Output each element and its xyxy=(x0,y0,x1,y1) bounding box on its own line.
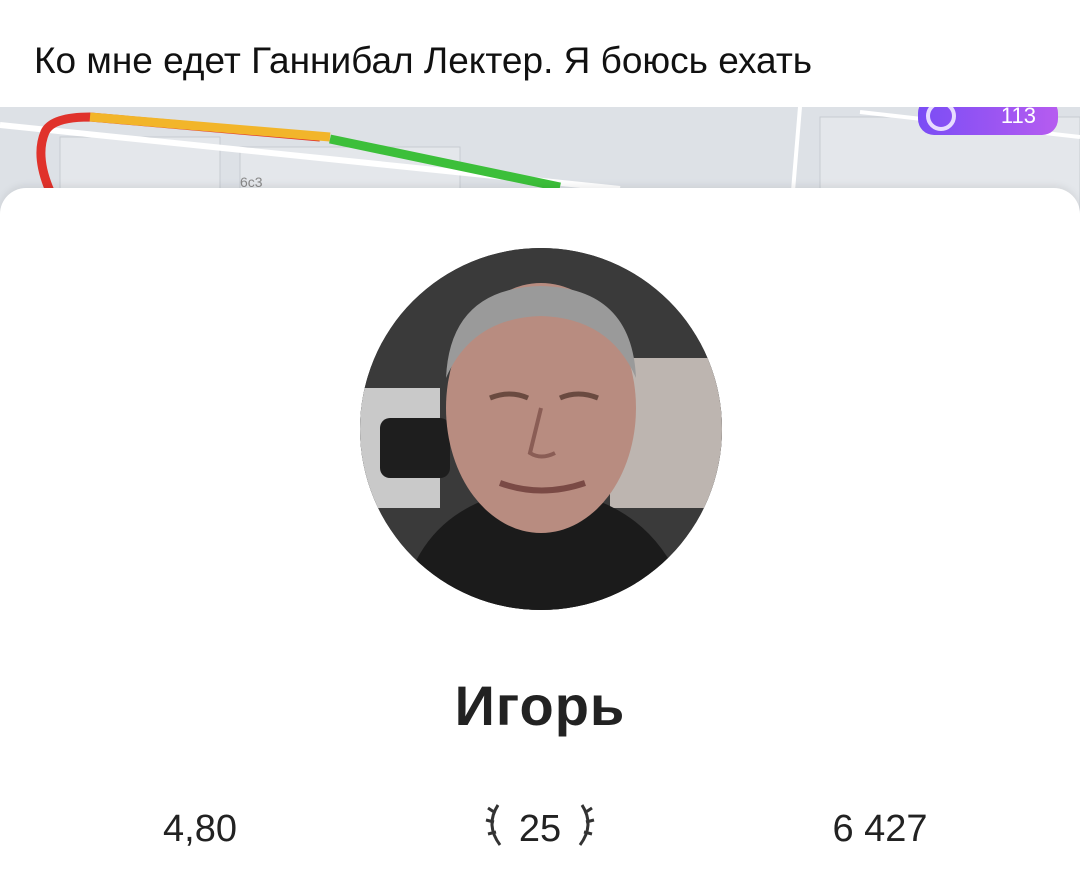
driver-avatar[interactable] xyxy=(360,248,722,610)
route-badge[interactable]: 113 xyxy=(918,107,1058,135)
route-marker-icon xyxy=(926,107,956,131)
driver-rating: 4,80 xyxy=(163,808,237,850)
route-badge-label: 113 xyxy=(1000,107,1036,128)
driver-card: Игорь 4,80 25 6 427 xyxy=(0,188,1080,888)
post-caption: Ко мне едет Ганнибал Лектер. Я боюсь еха… xyxy=(34,40,813,81)
driver-photo-icon xyxy=(360,248,722,610)
driver-stats: 4,80 25 6 427 xyxy=(0,804,1080,850)
laurel-icon xyxy=(485,804,595,846)
driver-trips: 6 427 xyxy=(832,808,928,850)
driver-name: Игорь xyxy=(454,674,626,737)
